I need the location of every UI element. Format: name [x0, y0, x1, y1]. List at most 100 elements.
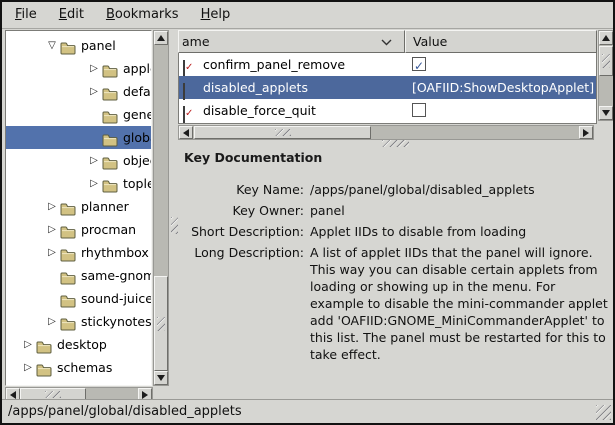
status-bar: /apps/panel/global/disabled_applets [2, 399, 613, 423]
tree-item-objects[interactable]: ▷ objects [6, 149, 151, 172]
expander-collapsed-icon[interactable]: ▷ [86, 172, 102, 195]
expander-expanded-icon[interactable]: ▽ [44, 34, 60, 57]
pane-splitter-vertical[interactable] [171, 217, 178, 234]
check-mark-icon: ✓ [185, 108, 193, 119]
tree-item-general[interactable]: general [6, 103, 151, 126]
tree-item-label: planner [81, 195, 129, 218]
arrow-up-icon [157, 35, 165, 41]
doc-field-value: A list of applet IIDs that the panel wil… [310, 244, 609, 363]
doc-field-value: panel [310, 202, 609, 219]
folder-icon [102, 154, 118, 167]
list-key-icon [183, 83, 185, 100]
tree-item-default-se[interactable]: ▷ default_se [6, 80, 151, 103]
key-list: ✓confirm_panel_remove✓disabled_applets [O… [178, 53, 597, 124]
scroll-down-button[interactable] [154, 371, 168, 385]
scroll-right-button[interactable] [579, 126, 593, 139]
key-name-label: disable_force_quit [203, 99, 316, 122]
folder-icon [102, 131, 118, 144]
expander-collapsed-icon[interactable]: ▷ [44, 241, 60, 264]
tree-item-planner[interactable]: ▷ planner [6, 195, 151, 218]
tree-item-toplevels[interactable]: ▷ toplevels [6, 172, 151, 195]
grip-icon [45, 391, 61, 398]
scroll-up-button[interactable] [599, 31, 613, 45]
tree-item-label: global [123, 126, 152, 149]
expander-collapsed-icon[interactable]: ▷ [86, 57, 102, 80]
tree-item-label: desktop [57, 333, 107, 356]
expander-collapsed-icon[interactable]: ▷ [20, 356, 36, 379]
tree-item-label: panel [81, 34, 116, 57]
expander-collapsed-icon[interactable]: ▷ [86, 149, 102, 172]
check-mark-icon: ✓ [414, 55, 424, 78]
doc-field-label: Long Description: [184, 244, 310, 363]
tree-item-label: default_se [123, 80, 152, 103]
folder-icon [60, 39, 76, 52]
menu-help[interactable]: Help [192, 2, 240, 28]
tree-item-label: sound-juicer [81, 287, 152, 310]
gconf-editor-window: File Edit Bookmarks Help ▽ panel▷ applet… [0, 0, 615, 425]
checkbox-checked[interactable]: ✓ [412, 57, 426, 71]
scrollbar-thumb[interactable] [194, 126, 371, 139]
scroll-left-button[interactable] [179, 126, 193, 139]
boolean-key-icon: ✓ [183, 103, 185, 124]
tree-item-applets[interactable]: ▷ applets [6, 57, 151, 80]
tree-item-schemas[interactable]: ▷ schemas [6, 356, 151, 379]
tree-item-stickynotes[interactable]: ▷ stickynotes_ [6, 310, 151, 333]
tree-item-label: rhythmbox [81, 241, 149, 264]
column-header-name[interactable]: ame [178, 30, 405, 53]
menu-file[interactable]: File [6, 2, 46, 28]
doc-field-value: Applet IIDs to disable from loading [310, 223, 609, 240]
boolean-key-icon: ✓ [183, 106, 185, 123]
scroll-up-button[interactable] [154, 31, 168, 45]
check-mark-icon: ✓ [185, 62, 193, 73]
folder-icon [102, 177, 118, 190]
key-row-disabled_applets[interactable]: disabled_applets [OAFIID:ShowDesktopApple… [179, 76, 596, 99]
arrow-down-icon [602, 110, 610, 116]
tree-item-panel[interactable]: ▽ panel [6, 34, 151, 57]
menu-bar: File Edit Bookmarks Help [2, 2, 613, 29]
key-name-label: disabled_applets [203, 76, 308, 99]
key-row-disable_force_quit[interactable]: ✓ disable_force_quit [179, 99, 596, 122]
doc-field-label: Short Description: [184, 223, 310, 240]
arrow-down-icon [157, 375, 165, 381]
status-bar-text: /apps/panel/global/disabled_applets [8, 404, 242, 419]
expander-collapsed-icon[interactable]: ▷ [86, 80, 102, 103]
scrollbar-thumb[interactable] [599, 46, 613, 76]
menu-bookmarks[interactable]: Bookmarks [97, 2, 188, 28]
menu-edit[interactable]: Edit [50, 2, 93, 28]
tree-item-same-gnome[interactable]: same-gnome [6, 264, 151, 287]
tree-vertical-scrollbar[interactable] [153, 30, 169, 386]
key-row-confirm_panel_remove[interactable]: ✓confirm_panel_remove✓ [179, 53, 596, 76]
resize-grip-icon[interactable] [596, 405, 611, 420]
boolean-key-icon: ✓ [183, 60, 185, 77]
expander-collapsed-icon[interactable]: ▷ [44, 195, 60, 218]
checkbox-unchecked[interactable] [412, 103, 426, 117]
tree-item-desktop[interactable]: ▷ desktop [6, 333, 151, 356]
column-header-label: ame [182, 34, 210, 49]
doc-field-row: Long Description:A list of applet IIDs t… [184, 244, 609, 363]
folder-icon [36, 338, 52, 351]
tree-item-rhythmbox[interactable]: ▷ rhythmbox [6, 241, 151, 264]
scroll-down-button[interactable] [599, 106, 613, 120]
tree-item-label: toplevels [123, 172, 152, 195]
tree-item-procman[interactable]: ▷ procman [6, 218, 151, 241]
folder-icon [60, 200, 76, 213]
tree-item-label: objects [123, 149, 152, 172]
folder-icon [102, 85, 118, 98]
tree-item-global[interactable]: global [6, 126, 151, 149]
doc-field-label: Key Name: [184, 181, 310, 198]
tree-item-sound-juicer[interactable]: sound-juicer [6, 287, 151, 310]
grip-icon [602, 54, 610, 68]
expander-collapsed-icon[interactable]: ▷ [20, 333, 36, 356]
key-value-text: [OAFIID:ShowDesktopApplet] [412, 76, 594, 99]
grip-icon [275, 129, 291, 136]
key-list-horizontal-scrollbar[interactable] [178, 125, 594, 140]
folder-icon [60, 223, 76, 236]
tree-item-label: procman [81, 218, 136, 241]
scrollbar-thumb[interactable] [154, 276, 168, 371]
column-header-value[interactable]: Value [405, 30, 597, 53]
config-tree-panel: ▽ panel▷ applets▷ default_se general glo… [5, 30, 152, 386]
key-documentation-panel: Key Documentation Key Name:/apps/panel/g… [178, 146, 611, 397]
expander-collapsed-icon[interactable]: ▷ [44, 218, 60, 241]
expander-collapsed-icon[interactable]: ▷ [44, 310, 60, 333]
key-list-vertical-scrollbar[interactable] [598, 30, 614, 121]
